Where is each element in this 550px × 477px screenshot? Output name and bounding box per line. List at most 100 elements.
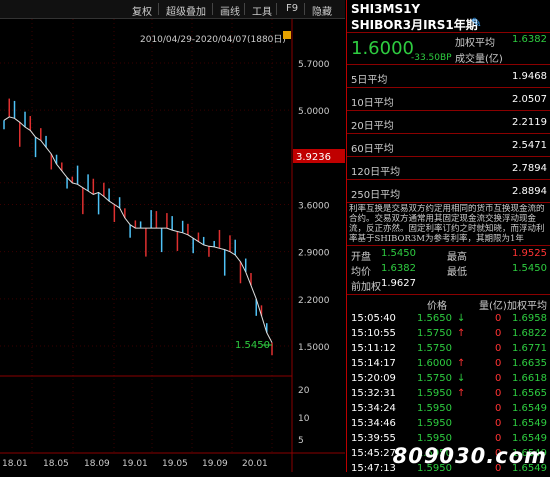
x-tick-label: 18.05 <box>43 459 69 469</box>
low-value: 1.5450 <box>512 263 547 274</box>
average-value: 2.7894 <box>512 163 547 174</box>
date-range: 2010/04/29-2020/04/07(1880日) <box>140 35 286 45</box>
trade-qty: 0 <box>495 313 502 324</box>
y-tick-label: 1.5000 <box>298 343 330 353</box>
trade-wavg: 1.6565 <box>512 388 547 399</box>
trade-wavg: 1.6549 <box>512 433 547 444</box>
trade-row: 15:05:40 1.5650 ↓ 0 1.6958 <box>347 312 550 327</box>
trade-direction-icon: ↓ <box>457 313 466 324</box>
chart-canvas[interactable]: 5.70005.00003.60002.90002.20001.50002010… <box>0 19 345 472</box>
lock-icon[interactable] <box>283 31 291 39</box>
wavg-value: 1.6382 <box>512 34 547 45</box>
trade-direction-icon: ↑ <box>457 358 466 369</box>
trade-time: 15:47:13 <box>351 463 396 474</box>
average-row: 20日平均 2.2119 <box>347 112 550 134</box>
x-tick-label: 20.01 <box>242 459 268 469</box>
trade-time: 15:11:12 <box>351 343 396 354</box>
trade-price: 1.5950 <box>417 388 452 399</box>
current-price-label: 3.9236 <box>296 152 331 163</box>
low-label: 最低 <box>447 267 467 278</box>
open-label: 开盘 <box>351 252 371 263</box>
trade-price: 1.5650 <box>417 313 452 324</box>
average-row: 5日平均 1.9468 <box>347 66 550 88</box>
trade-direction-icon: ↑ <box>457 328 466 339</box>
toolbar-tools[interactable]: 工具 <box>252 3 272 18</box>
trade-price: 1.5950 <box>417 403 452 414</box>
trade-direction-icon: ↓ <box>457 373 466 384</box>
trade-qty: 0 <box>495 373 502 384</box>
avg-value: 1.6382 <box>381 263 416 274</box>
trade-row: 15:34:24 1.5950 0 1.6549 <box>347 402 550 417</box>
average-label: 5日平均 <box>351 75 388 86</box>
last-price: 1.6000 <box>351 38 414 59</box>
trade-wavg: 1.6635 <box>512 358 547 369</box>
trade-time: 15:34:46 <box>351 418 396 429</box>
y-tick-label: 5.7000 <box>298 60 330 70</box>
trade-wavg: 1.6618 <box>512 373 547 384</box>
trade-row: 15:14:17 1.6000 ↑ 0 1.6635 <box>347 357 550 372</box>
x-tick-label: 18.01 <box>2 459 28 469</box>
trade-row: 15:32:31 1.5950 ↑ 0 1.6565 <box>347 387 550 402</box>
wavg-label: 加权平均 <box>455 38 495 49</box>
trade-wavg: 1.6822 <box>512 328 547 339</box>
trade-qty: 0 <box>495 328 502 339</box>
instrument-name: SHIBOR3月IRS1年期 <box>351 18 478 32</box>
trade-row: 15:11:12 1.5750 0 1.6771 <box>347 342 550 357</box>
trade-qty: 0 <box>495 343 502 354</box>
trade-qty: 0 <box>495 388 502 399</box>
instrument-code: SHI3MS1Y <box>351 2 421 16</box>
trade-qty-header: 量(亿) <box>479 301 507 312</box>
volume-label: 成交量(亿) <box>455 54 503 65</box>
chart-toolbar: 复权 超级叠加 画线 工具 F9 隐藏 <box>0 0 345 19</box>
price-change: -33.50BP <box>411 53 452 63</box>
average-value: 2.0507 <box>512 94 547 105</box>
toolbar-f9[interactable]: F9 <box>286 3 298 14</box>
toolbar-restore-rights[interactable]: 复权 <box>132 3 152 18</box>
trade-wavg: 1.6771 <box>512 343 547 354</box>
x-tick-label: 19.05 <box>162 459 188 469</box>
toolbar-overlay[interactable]: 超级叠加 <box>166 3 206 18</box>
quote-panel: SHI3MS1Y SHIBOR3月IRS1年期 ✎ 1.6000 -33.50B… <box>346 0 550 474</box>
trade-wavg-header: 加权平均 <box>507 301 547 312</box>
trade-price: 1.5950 <box>417 433 452 444</box>
prev-value: 1.9627 <box>381 278 416 289</box>
trade-row: 15:10:55 1.5750 ↑ 0 1.6822 <box>347 327 550 342</box>
trade-direction-icon: ↑ <box>457 388 466 399</box>
high-label: 最高 <box>447 252 467 263</box>
y-tick-label: 2.2000 <box>298 296 330 306</box>
trade-qty: 0 <box>495 418 502 429</box>
average-label: 250日平均 <box>351 190 401 201</box>
y-tick-label: 3.6000 <box>298 202 330 212</box>
price-chart[interactable]: 5.7000 5.0000 3.6000 2.9000 2.2000 1.5000 20 10… <box>0 19 345 472</box>
toolbar-draw-line[interactable]: 画线 <box>220 3 240 18</box>
volume-tick-label: 20 <box>298 386 310 396</box>
trade-wavg: 1.6549 <box>512 418 547 429</box>
description: 利率互换是交易双方约定用相同的货币互换现金流的合约。交易双方通常用其固定现金流交… <box>349 204 545 244</box>
trade-time: 15:20:09 <box>351 373 396 384</box>
average-value: 2.5471 <box>512 140 547 151</box>
avg-label: 均价 <box>351 267 371 278</box>
high-value: 1.9525 <box>512 248 547 259</box>
trade-row: 15:20:09 1.5750 ↓ 0 1.6618 <box>347 372 550 387</box>
trade-time: 15:05:40 <box>351 313 396 324</box>
average-label: 60日平均 <box>351 144 394 155</box>
prev-label: 前加权 <box>351 282 381 293</box>
x-tick-label: 19.09 <box>202 459 228 469</box>
volume-tick-label: 10 <box>298 414 310 424</box>
trade-time: 15:32:31 <box>351 388 396 399</box>
watermark: 809030.com <box>392 444 547 468</box>
y-tick-label: 5.0000 <box>298 107 330 117</box>
average-label: 120日平均 <box>351 167 401 178</box>
trade-price: 1.5750 <box>417 373 452 384</box>
trade-time: 15:14:17 <box>351 358 396 369</box>
trade-price-header: 价格 <box>427 301 447 312</box>
volume-tick-label: 5 <box>298 436 304 446</box>
edit-icon[interactable]: ✎ <box>471 16 482 31</box>
trade-wavg: 1.6958 <box>512 313 547 324</box>
trade-qty: 0 <box>495 433 502 444</box>
toolbar-hide[interactable]: 隐藏 <box>312 3 332 18</box>
average-value: 1.9468 <box>512 71 547 82</box>
average-row: 60日平均 2.5471 <box>347 135 550 157</box>
trade-price: 1.6000 <box>417 358 452 369</box>
average-value: 2.2119 <box>512 117 547 128</box>
